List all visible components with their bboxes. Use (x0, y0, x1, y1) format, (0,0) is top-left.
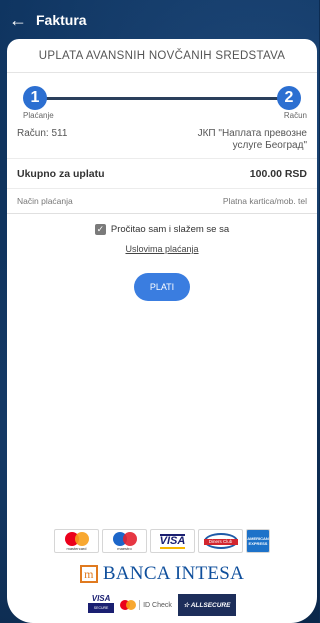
idcheck-text: ID Check (143, 601, 172, 609)
checkmark-icon[interactable]: ✓ (94, 224, 106, 235)
terms-checkbox-line[interactable]: ✓ Pročitao sam i slažem se sa (7, 224, 317, 235)
page-title: Faktura (36, 12, 87, 28)
visa-secure-bottom: SECURE (88, 603, 115, 613)
payment-method-row: Način plaćanja Platna kartica/mob. tel (7, 189, 317, 214)
invoice-payee-line1: ЈКП "Наплата превозне (197, 128, 307, 139)
step-2-label: Račun (283, 111, 307, 120)
invoice-number: Račun: 511 (17, 128, 68, 139)
invoice-row: Račun: 511 ЈКП "Наплата превозне услуге … (7, 121, 317, 159)
card-brand-row: mastercard maestro VISA Diners Club AMER… (7, 529, 317, 553)
total-amount: 100.00 RSD (249, 168, 307, 180)
visa-logo: VISA (150, 529, 195, 553)
arrow-left-icon[interactable]: ← (0, 0, 36, 40)
amex-line2: EXPRESS (248, 541, 268, 546)
mastercard-text: mastercard (66, 545, 87, 551)
invoice-card: UPLATA AVANSNIH NOVČANIH SREDSTAVA 1 2 P… (7, 39, 317, 623)
security-logos-row: VISA SECURE ID Check ☆ ALLSECURE (7, 594, 317, 616)
terms-section: ✓ Pročitao sam i slažem se sa Uslovima p… (7, 224, 317, 255)
section-heading: UPLATA AVANSNIH NOVČANIH SREDSTAVA (7, 39, 317, 73)
banca-intesa-logo: m BANCA INTESA (7, 563, 317, 585)
app-bar: ← Faktura (0, 0, 319, 40)
intesa-name: BANCA INTESA (102, 563, 245, 584)
maestro-text: maestro (117, 545, 132, 551)
invoice-payee-line2: услуге Београд" (232, 140, 307, 151)
visa-text: VISA (159, 533, 186, 549)
diners-club-logo: Diners Club (198, 529, 243, 553)
maestro-logo: maestro (102, 529, 147, 553)
amex-logo: AMERICAN EXPRESS (246, 529, 270, 553)
total-label: Ukupno za uplatu (17, 168, 105, 180)
payment-method-value: Platna kartica/mob. tel (222, 196, 307, 206)
payment-method-label: Način plaćanja (17, 196, 73, 206)
intesa-mark-icon: m (79, 565, 98, 583)
step-2-circle: 2 (277, 86, 301, 110)
mastercard-logo: mastercard (54, 529, 99, 553)
stepper-line (31, 97, 293, 100)
diners-text: Diners Club (203, 539, 238, 545)
payment-logos: mastercard maestro VISA Diners Club AMER… (7, 529, 317, 616)
mastercard-idcheck-logo: ID Check (120, 600, 172, 610)
allsecure-logo: ☆ ALLSECURE (177, 594, 236, 616)
invoice-payee: ЈКП "Наплата превозне услуге Београд" (198, 128, 307, 152)
terms-link[interactable]: Uslovima plaćanja (125, 244, 198, 254)
visa-secure-top: VISA (91, 594, 111, 603)
step-1-circle: 1 (23, 86, 47, 110)
terms-text: Pročitao sam i slažem se sa (110, 224, 230, 235)
visa-secure-logo: VISA SECURE (88, 594, 115, 616)
step-1-label: Plaćanje (23, 111, 54, 120)
pay-button[interactable]: PLATI (134, 273, 190, 301)
payment-stepper: 1 2 Plaćanje Račun (7, 73, 317, 121)
total-row: Ukupno za uplatu 100.00 RSD (7, 159, 317, 189)
